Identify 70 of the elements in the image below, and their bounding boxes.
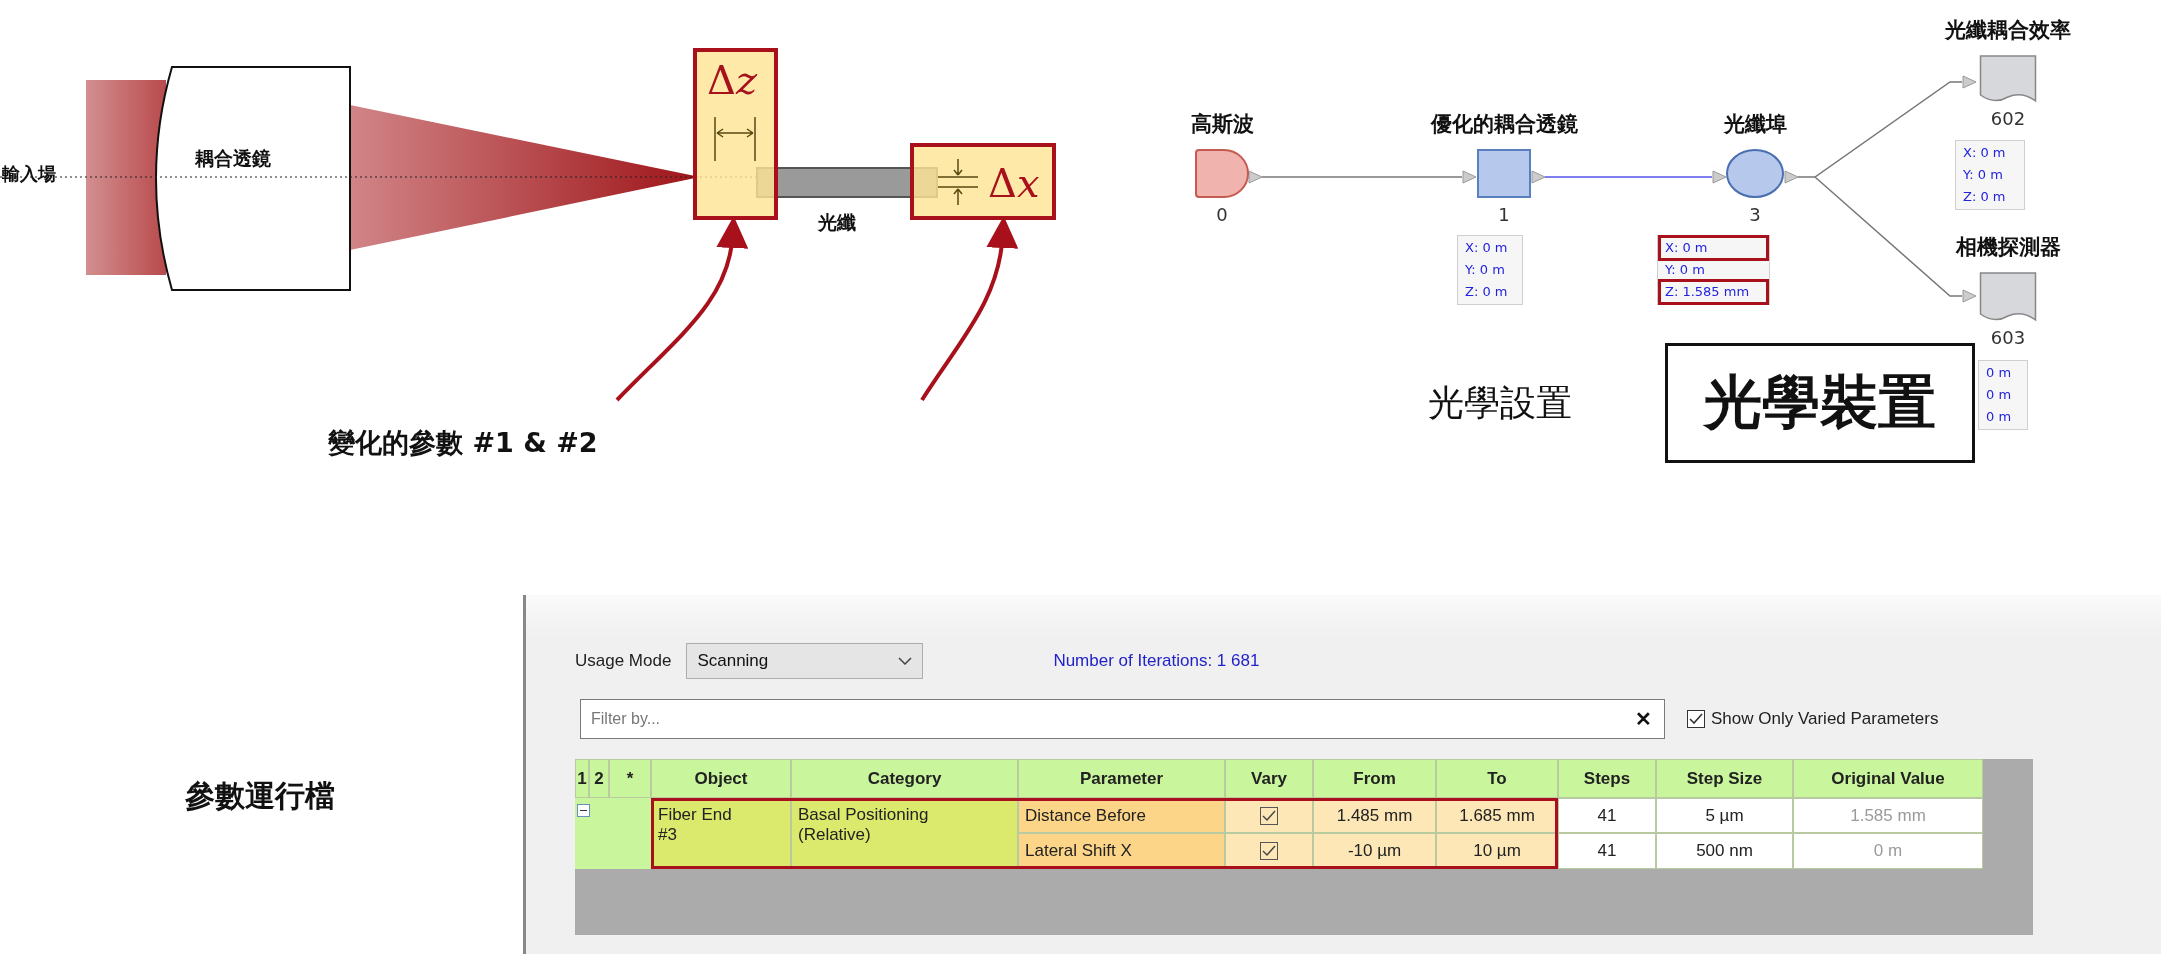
input-field-label: 輸入場 — [2, 164, 56, 184]
column-header: Parameter — [1018, 759, 1225, 798]
panel-caption: 參數運行檔 — [185, 777, 335, 815]
collapse-icon[interactable] — [577, 804, 590, 817]
column-header: * — [609, 759, 651, 798]
node-number: 603 — [1990, 328, 2026, 348]
fiber-label: 光纖 — [818, 212, 856, 233]
position-value: Y: 0 m — [1664, 261, 1706, 279]
column-header: Vary — [1225, 759, 1313, 798]
detector-node[interactable] — [1979, 272, 2037, 321]
node-number: 1 — [1498, 205, 1510, 225]
checkbox[interactable] — [1687, 710, 1705, 728]
table-cell: 41 — [1558, 833, 1656, 869]
column-header: 2 — [589, 759, 609, 798]
table-cell: Lateral Shift X — [1018, 833, 1225, 869]
node-label: 優化的耦合透鏡 — [1430, 113, 1578, 137]
dimension-arrow-icon — [938, 157, 978, 207]
position-value: X: 0 m — [1658, 235, 1769, 261]
table-cell: -10 µm — [1313, 833, 1436, 869]
clear-button[interactable]: ✕ — [1631, 707, 1656, 731]
table-cell: 41 — [1558, 798, 1656, 833]
node-number: 0 — [1216, 205, 1228, 225]
usage-mode-label: Usage Mode — [575, 651, 672, 671]
source-node[interactable] — [1195, 149, 1249, 198]
column-header: From — [1313, 759, 1436, 798]
port-node[interactable] — [1726, 149, 1784, 198]
checkbox[interactable] — [1260, 842, 1278, 860]
delta-z-symbol: Δz — [707, 60, 757, 100]
position-value: Z: 0 m — [1464, 283, 1509, 301]
column-header: Category — [791, 759, 1018, 798]
column-header: Step Size — [1656, 759, 1793, 798]
column-header: 1 — [575, 759, 589, 798]
column-header: To — [1436, 759, 1558, 798]
table-cell: 5 µm — [1656, 798, 1793, 833]
position-value: 0 m — [1985, 364, 2013, 382]
position-value: Y: 0 m — [1962, 166, 2004, 184]
usage-mode-dropdown[interactable]: Scanning — [686, 643, 924, 679]
lens-node[interactable] — [1477, 149, 1531, 198]
iterations-count: Number of Iterations: 1 681 — [1053, 651, 1260, 671]
table-cell: 1.585 mm — [1793, 798, 1983, 833]
node-label: 高斯波 — [1190, 113, 1254, 137]
filter-field[interactable]: Filter by... ✕ — [580, 699, 1665, 739]
lens-label: 耦合透鏡 — [195, 148, 271, 169]
node-number: 3 — [1749, 205, 1761, 225]
caption: 變化的參數 #1 & #2 — [328, 428, 598, 458]
dimension-arrow-icon — [711, 117, 759, 161]
node-label: 相機探測器 — [1955, 236, 2061, 260]
column-header: Original Value — [1793, 759, 1983, 798]
node-label: 光纖耦合效率 — [1945, 19, 2071, 43]
column-header: Steps — [1558, 759, 1656, 798]
table-cell: 0 m — [1793, 833, 1983, 869]
position-value: X: 0 m — [1464, 239, 1509, 257]
position-value: 0 m — [1985, 408, 2013, 426]
table-cell: 500 nm — [1656, 833, 1793, 869]
position-value: Z: 1.585 mm — [1658, 279, 1769, 305]
delta-x-symbol: Δx — [988, 163, 1040, 203]
setup-caption: 光學設置 — [1428, 383, 1572, 423]
position-value: Y: 0 m — [1464, 261, 1506, 279]
table-cell: 10 µm — [1436, 833, 1558, 869]
position-value: Z: 0 m — [1962, 188, 2007, 206]
node-label: 光纖埠 — [1723, 113, 1787, 137]
detector-node[interactable] — [1979, 55, 2037, 102]
checkbox-label: Show Only Varied Parameters — [1711, 709, 1939, 729]
position-value: 0 m — [1985, 386, 2013, 404]
setup-title: 光學裝置 — [1665, 343, 1975, 463]
checkbox[interactable] — [1260, 806, 1278, 825]
column-header: Object — [651, 759, 791, 798]
position-value: X: 0 m — [1962, 144, 2007, 162]
chevron-icon — [898, 657, 913, 665]
node-number: 602 — [1990, 109, 2026, 129]
